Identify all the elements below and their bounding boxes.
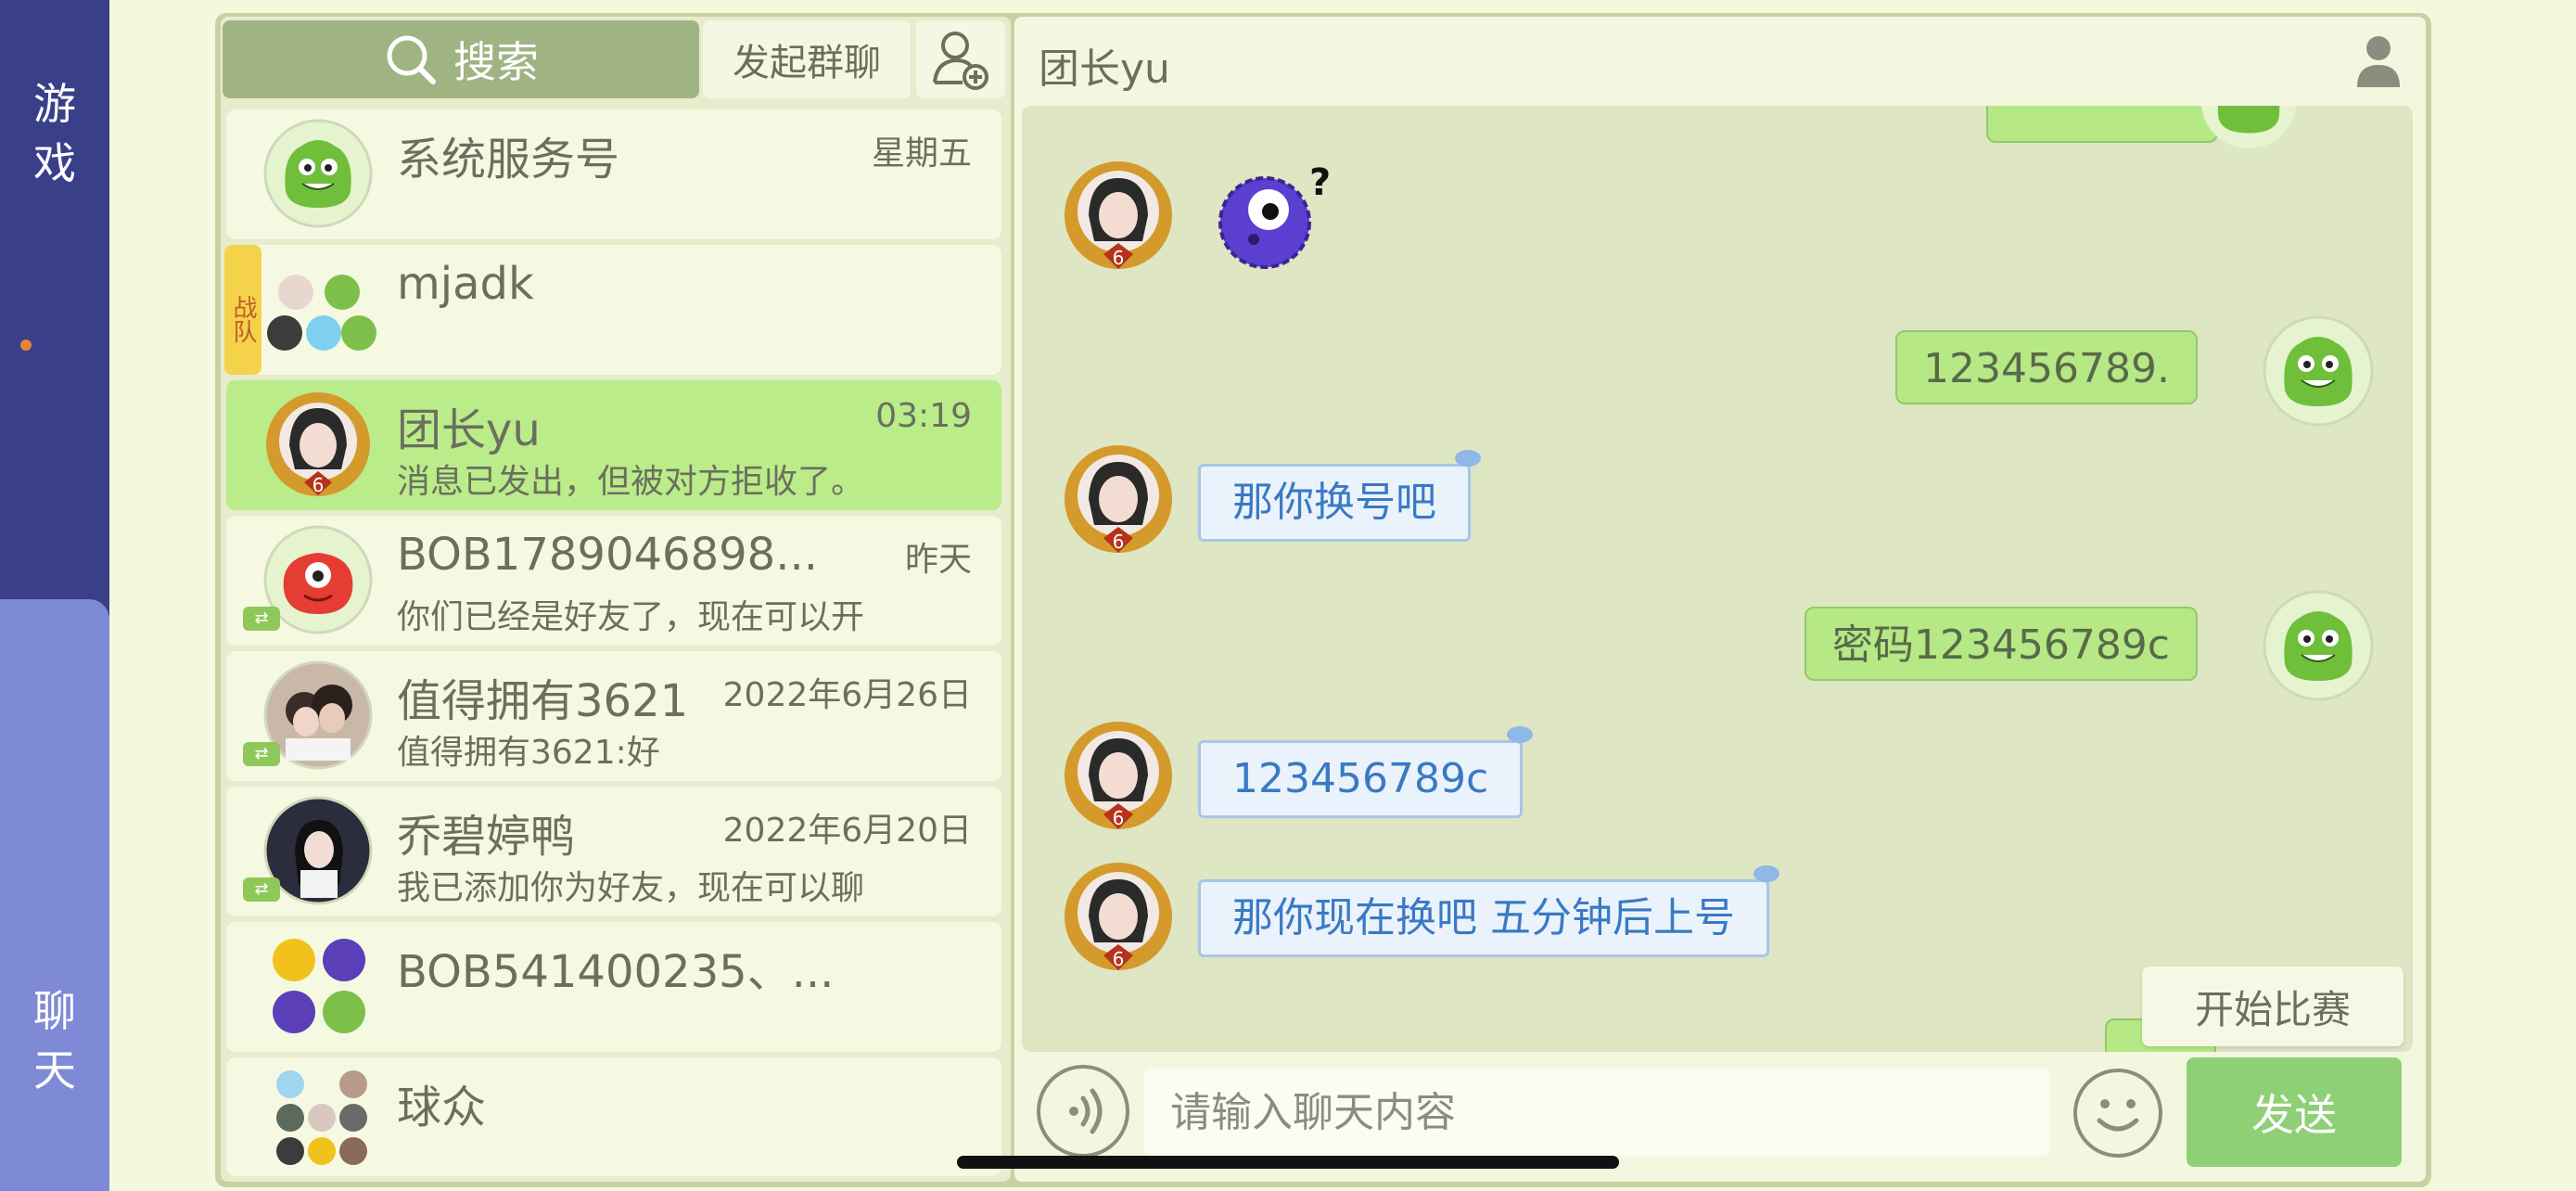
conversation-time: 星期五: [871, 134, 972, 173]
conversation-time: 2022年6月26日: [722, 676, 972, 714]
contact-avatar: 6: [1065, 445, 1172, 553]
start-group-chat-label: 发起群聊: [733, 42, 881, 84]
conversation-name: BOB541400235、...: [397, 946, 835, 998]
conversation-preview: 值得拥有3621:好: [397, 734, 660, 772]
conversation-item[interactable]: BOB541400235、...: [226, 922, 1001, 1052]
member-avatar: [308, 1137, 336, 1165]
swap-icon: ⇄: [243, 607, 280, 631]
search-label: 搜索: [453, 37, 539, 87]
send-label: 发送: [2251, 1090, 2337, 1140]
emoji-icon: [2097, 1099, 2139, 1132]
tab-chat[interactable]: [0, 599, 109, 1191]
conversation-preview: 消息已发出，但被对方拒收了。: [397, 463, 865, 501]
svg-text:?: ?: [1309, 161, 1331, 204]
contact-avatar: 6: [1065, 863, 1172, 970]
member-avatar: [339, 1137, 367, 1165]
member-avatar: [276, 1104, 304, 1132]
member-avatar: [278, 275, 313, 310]
chat-input[interactable]: [1144, 1069, 2049, 1156]
member-avatar: [308, 1104, 336, 1132]
conversation-preview: 你们已经是好友了，现在可以开: [397, 598, 865, 636]
tab-chat-char: 聊: [33, 986, 76, 1036]
home-indicator: [957, 1156, 1619, 1169]
start-match-label: 开始比赛: [2194, 986, 2351, 1032]
conversation-time: 2022年6月20日: [722, 812, 972, 850]
svg-text:6: 6: [1113, 807, 1125, 829]
conversation-name: 团长yu: [397, 404, 541, 456]
message-bubble-incoming: 那你现在换吧 五分钟后上号: [1198, 865, 1779, 957]
conversation-name: 系统服务号: [397, 134, 620, 186]
emoji-button[interactable]: [2073, 1069, 2162, 1158]
send-button[interactable]: 发送: [2187, 1057, 2402, 1167]
svg-text:6: 6: [1113, 948, 1125, 970]
team-tag: 战队: [224, 245, 261, 375]
tab-game-char: 戏: [33, 138, 76, 188]
search-icon: [387, 35, 436, 84]
girl-badge-avatar: 6: [266, 392, 370, 496]
conversation-item[interactable]: 战队 mjadk: [224, 245, 1001, 375]
conversation-item[interactable]: ⇄ BOB1789046898... 昨天 你们已经是好友了，现在可以开: [226, 516, 1001, 646]
start-match-button[interactable]: 开始比赛: [2142, 967, 2404, 1046]
voice-icon: [1069, 1088, 1103, 1134]
member-avatar: [273, 939, 315, 981]
message-bubble-outgoing: 123456789.: [1895, 330, 2198, 404]
svg-text:6: 6: [1113, 531, 1125, 553]
member-avatar: [339, 1070, 367, 1098]
member-avatar: [276, 1137, 304, 1165]
tab-chat-label: 聊天: [0, 981, 109, 1100]
chat-title: 团长yu: [1039, 45, 1170, 93]
contact-avatar: 6: [1065, 722, 1172, 829]
self-avatar: [2263, 315, 2374, 427]
conversation-item[interactable]: ⇄ 值得拥有3621 2022年6月26日 值得拥有3621:好: [226, 651, 1001, 781]
message-list[interactable]: 6 ? 123456789. 6 那你换号吧 密码123456789c 6 12…: [1022, 106, 2413, 1052]
conversation-preview: 我已添加你为好友，现在可以聊: [397, 869, 865, 907]
conversation-time: 昨天: [904, 541, 972, 579]
member-avatar: [306, 315, 341, 351]
swap-icon: ⇄: [243, 742, 280, 766]
member-avatar: [273, 991, 315, 1033]
message-bubble-partial: [1986, 106, 2218, 143]
conversation-name: 球众: [397, 1082, 487, 1133]
voice-input-button[interactable]: [1037, 1065, 1129, 1158]
conversation-item[interactable]: 球众: [226, 1057, 1001, 1176]
member-avatar: [325, 275, 360, 310]
notification-dot: [20, 339, 32, 351]
search-button[interactable]: 搜索: [223, 20, 699, 98]
conversation-item-active[interactable]: 6 团长yu 03:19 消息已发出，但被对方拒收了。: [226, 380, 1001, 510]
member-avatar: [276, 1070, 304, 1098]
svg-text:6: 6: [312, 474, 325, 496]
message-bubble-incoming: 123456789c: [1198, 726, 1534, 818]
member-avatar: [341, 315, 376, 351]
conversation-item[interactable]: ⇄ 乔碧婷鸭 2022年6月20日 我已添加你为好友，现在可以聊: [226, 787, 1001, 916]
sticker-image: ?: [1218, 161, 1331, 269]
conversation-name: 值得拥有3621: [397, 675, 689, 727]
self-avatar: [2200, 106, 2297, 149]
conversation-name: mjadk: [397, 258, 534, 310]
swap-icon: ⇄: [243, 877, 280, 902]
add-friend-icon: [933, 32, 988, 90]
message-bubble-outgoing: 密码123456789c: [1804, 607, 2198, 681]
member-avatar: [339, 1104, 367, 1132]
conversation-name: BOB1789046898...: [397, 529, 818, 581]
member-avatar: [267, 315, 302, 351]
conversation-time: 03:19: [875, 397, 972, 435]
start-group-chat-button[interactable]: 发起群聊: [703, 20, 911, 98]
conversation-name: 乔碧婷鸭: [397, 811, 576, 863]
svg-text:6: 6: [1113, 247, 1125, 269]
message-bubble-incoming: 那你换号吧: [1198, 450, 1481, 542]
tab-chat-char: 天: [33, 1045, 76, 1095]
tab-game-label: 游戏: [0, 74, 109, 193]
member-avatar: [323, 939, 365, 981]
self-avatar: [2263, 590, 2374, 701]
member-avatar: [323, 991, 365, 1033]
contact-avatar: 6: [1065, 161, 1172, 269]
profile-icon[interactable]: [2355, 33, 2402, 89]
add-friend-button[interactable]: [916, 20, 1005, 98]
conversation-item[interactable]: 系统服务号 星期五: [226, 109, 1001, 239]
green-monster-avatar: [263, 119, 373, 228]
tab-game-char: 游: [33, 79, 76, 129]
